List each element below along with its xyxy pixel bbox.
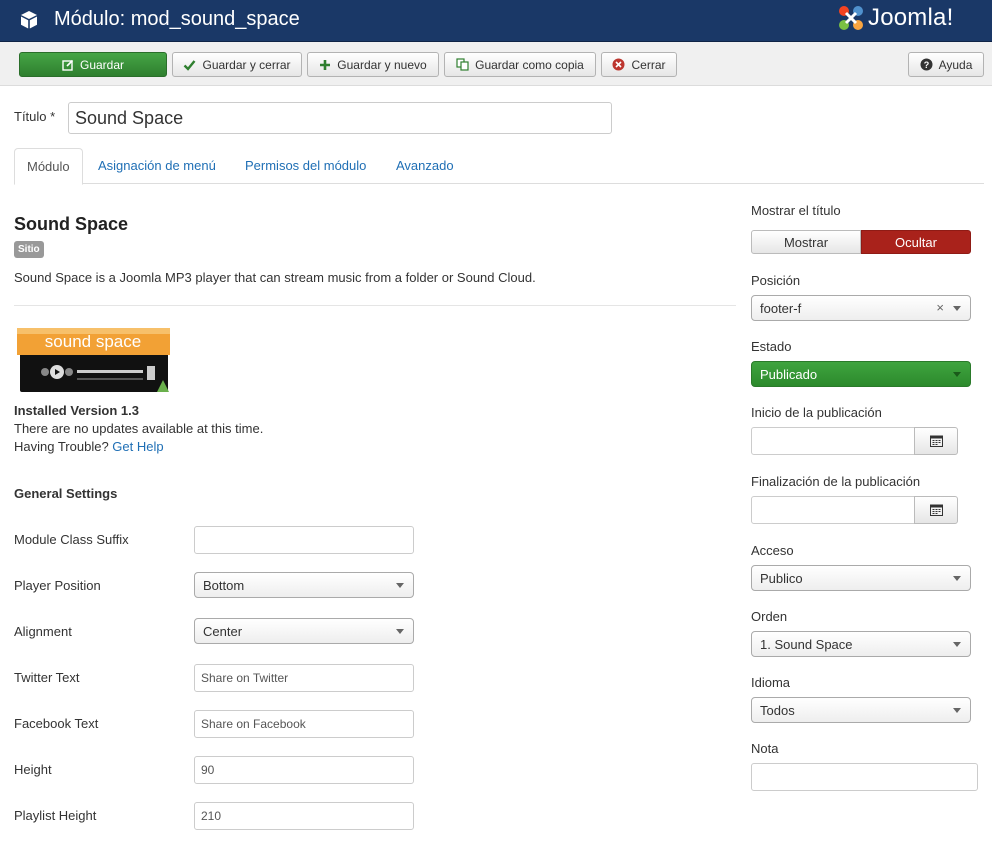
language-select[interactable]: Todos [751, 697, 971, 723]
note-input[interactable] [751, 763, 978, 791]
caret-down-icon [953, 576, 961, 581]
trouble-text: Having Trouble? Get Help [14, 439, 164, 454]
publish-down-label: Finalización de la publicación [751, 474, 921, 489]
status-select[interactable]: Publicado [751, 361, 971, 387]
facebook-text-label: Facebook Text [14, 716, 99, 731]
height-label: Height [14, 762, 52, 777]
position-label: Posición [751, 273, 801, 288]
publish-up-label: Inicio de la publicación [751, 405, 882, 420]
svg-text:sound space: sound space [45, 332, 141, 351]
general-settings-heading: General Settings [14, 486, 118, 501]
tab-advanced[interactable]: Avanzado [384, 148, 466, 184]
close-label: Cerrar [631, 57, 666, 72]
alignment-label: Alignment [14, 624, 72, 639]
tab-module[interactable]: Módulo [14, 148, 83, 185]
page-title: Módulo: mod_sound_space [54, 8, 300, 30]
divider [14, 305, 736, 306]
save-copy-button[interactable]: Guardar como copia [444, 52, 596, 77]
title-input[interactable] [68, 102, 612, 134]
question-icon: ? [920, 58, 933, 71]
show-title-show-option[interactable]: Mostrar [751, 230, 861, 254]
caret-down-icon [953, 708, 961, 713]
show-title-label: Mostrar el título [751, 203, 841, 218]
help-button[interactable]: ? Ayuda [908, 52, 984, 77]
joomla-logo-icon [839, 6, 863, 30]
tab-module-permissions[interactable]: Permisos del módulo [233, 148, 378, 184]
caret-down-icon [953, 306, 961, 311]
site-badge: Sitio [14, 241, 44, 258]
status-label: Estado [751, 339, 792, 354]
publish-down-calendar-button[interactable] [914, 496, 958, 524]
save-new-button[interactable]: Guardar y nuevo [307, 52, 439, 77]
playlist-height-label: Playlist Height [14, 808, 97, 823]
toolbar: Guardar Guardar y cerrar Guardar y nuevo… [0, 42, 992, 86]
edit-icon [62, 59, 74, 71]
cube-icon [21, 11, 37, 29]
module-heading: Sound Space [14, 214, 129, 234]
show-title-hide-option[interactable]: Ocultar [861, 230, 971, 254]
module-description: Sound Space is a Joomla MP3 player that … [14, 270, 536, 285]
note-label: Nota [751, 741, 779, 756]
clear-icon[interactable]: × [936, 300, 944, 315]
twitter-text-input[interactable] [194, 664, 414, 692]
save-close-label: Guardar y cerrar [202, 57, 291, 72]
position-select[interactable]: footer-f × [751, 295, 971, 321]
save-button[interactable]: Guardar [19, 52, 167, 77]
no-updates-text: There are no updates available at this t… [14, 421, 264, 436]
save-close-button[interactable]: Guardar y cerrar [172, 52, 302, 77]
publish-up-calendar-button[interactable] [914, 427, 958, 455]
publish-down-input[interactable] [751, 496, 915, 524]
close-circle-icon [612, 58, 625, 71]
close-button[interactable]: Cerrar [601, 52, 677, 77]
language-label: Idioma [751, 675, 791, 690]
player-position-label: Player Position [14, 578, 101, 593]
title-label: Título * [14, 109, 56, 124]
save-new-label: Guardar y nuevo [337, 57, 427, 72]
installed-version: Installed Version 1.3 [14, 403, 139, 418]
playlist-height-input[interactable] [194, 802, 414, 830]
app-header: Módulo: mod_sound_space Joomla! [0, 0, 992, 42]
caret-down-icon [396, 629, 404, 634]
caret-down-icon [953, 372, 961, 377]
help-label: Ayuda [938, 57, 973, 72]
calendar-icon [930, 504, 943, 516]
publish-up-input[interactable] [751, 427, 915, 455]
copy-icon [456, 58, 469, 71]
plus-icon [320, 59, 331, 70]
show-title-toggle: Mostrar Ocultar [751, 230, 971, 254]
class-suffix-label: Module Class Suffix [14, 532, 129, 547]
ordering-label: Orden [751, 609, 788, 624]
access-select[interactable]: Publico [751, 565, 971, 591]
save-copy-label: Guardar como copia [475, 57, 584, 72]
alignment-select[interactable]: Center [194, 618, 414, 644]
sound-space-logo: sound space [17, 328, 170, 392]
tab-bar: Módulo Asignación de menú Permisos del m… [14, 148, 984, 185]
access-label: Acceso [751, 543, 794, 558]
save-button-label: Guardar [79, 57, 125, 72]
svg-text:?: ? [923, 60, 929, 70]
joomla-logo-text: Joomla! [868, 4, 954, 31]
facebook-text-input[interactable] [194, 710, 414, 738]
calendar-icon [930, 435, 943, 447]
caret-down-icon [953, 642, 961, 647]
ordering-select[interactable]: 1. Sound Space [751, 631, 971, 657]
check-icon [184, 59, 196, 71]
player-position-select[interactable]: Bottom [194, 572, 414, 598]
twitter-text-label: Twitter Text [14, 670, 80, 685]
get-help-link[interactable]: Get Help [112, 439, 163, 454]
tab-menu-assignment[interactable]: Asignación de menú [86, 148, 228, 184]
caret-down-icon [396, 583, 404, 588]
height-input[interactable] [194, 756, 414, 784]
class-suffix-input[interactable] [194, 526, 414, 554]
